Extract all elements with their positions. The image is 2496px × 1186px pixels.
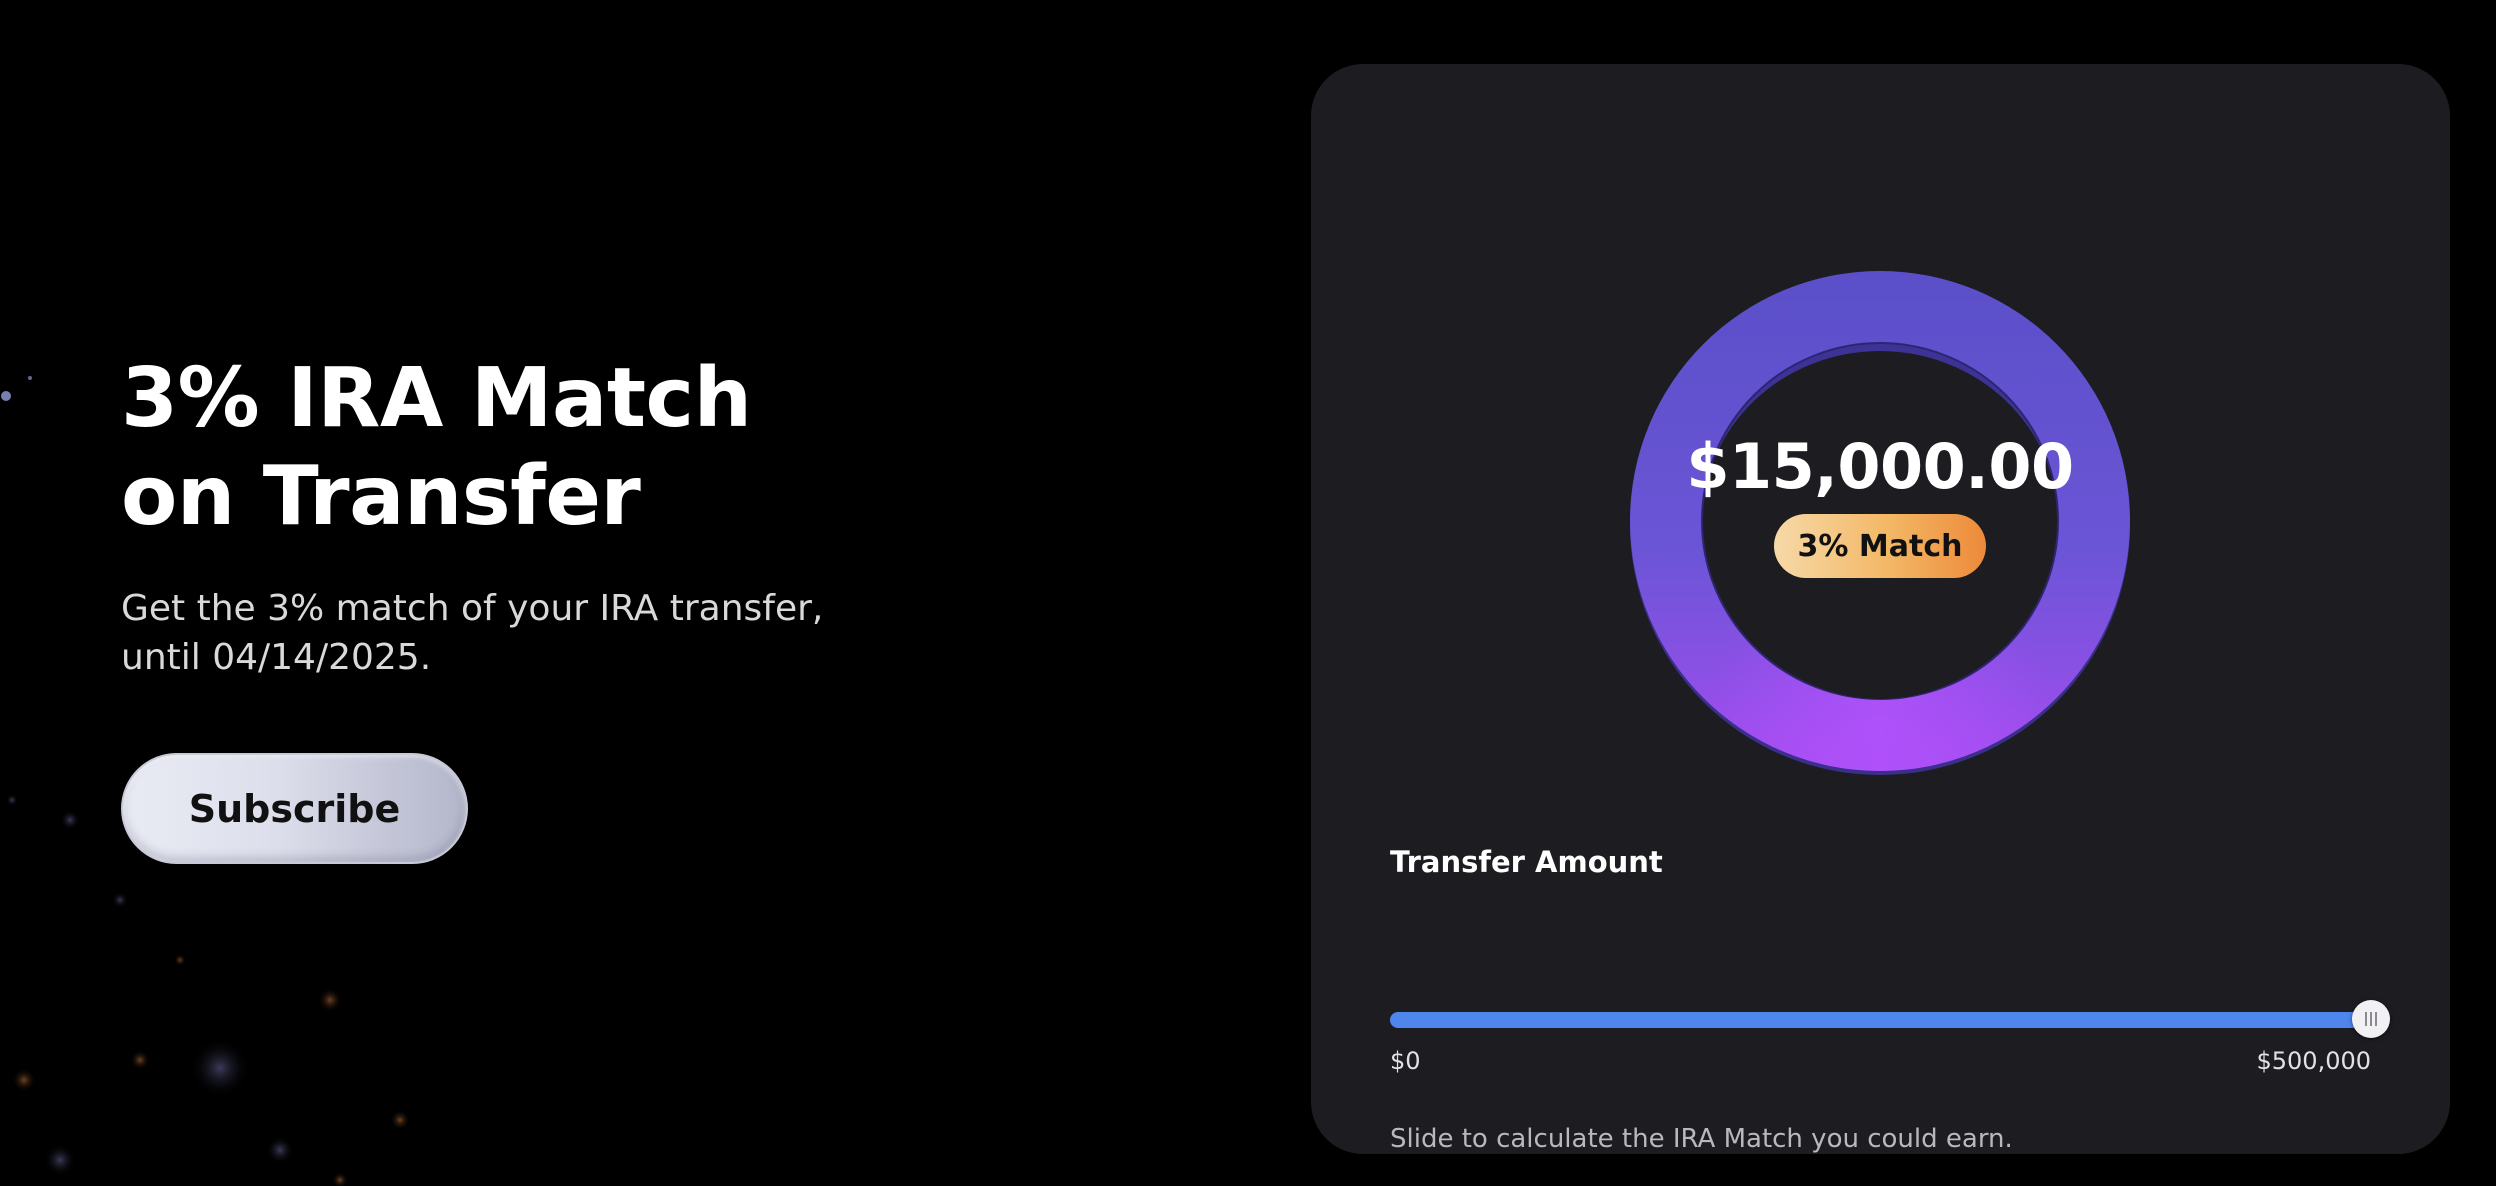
transfer-amount-label: Transfer Amount bbox=[1390, 845, 1663, 879]
match-badge: 3% Match bbox=[1773, 514, 1987, 578]
hero-subtitle: Get the 3% match of your IRA transfer, u… bbox=[121, 588, 824, 678]
hero: 3% IRA Match on Transfer Get the 3% matc… bbox=[121, 350, 881, 682]
slider-max-label: $500,000 bbox=[2256, 1047, 2371, 1075]
ring-center: $15,000.00 3% Match bbox=[1629, 270, 2131, 772]
slider-min-label: $0 bbox=[1390, 1047, 1421, 1075]
slider-fill bbox=[1390, 1012, 2371, 1028]
match-ring: $15,000.00 3% Match bbox=[1629, 270, 2131, 780]
page: 3% IRA Match on Transfer Get the 3% matc… bbox=[0, 0, 2496, 1186]
hero-title: 3% IRA Match on Transfer bbox=[121, 351, 752, 544]
ira-match-calculator-card: $15,000.00 3% Match Transfer Amount $0 $… bbox=[1311, 64, 2450, 1154]
helper-text: Slide to calculate the IRA Match you cou… bbox=[1390, 1124, 2013, 1154]
subscribe-button[interactable]: Subscribe bbox=[121, 753, 468, 864]
match-amount: $15,000.00 bbox=[1686, 430, 2074, 503]
transfer-amount-slider[interactable] bbox=[1390, 998, 2390, 1038]
grip-icon bbox=[2365, 1012, 2377, 1026]
slider-handle[interactable] bbox=[2352, 1000, 2390, 1038]
